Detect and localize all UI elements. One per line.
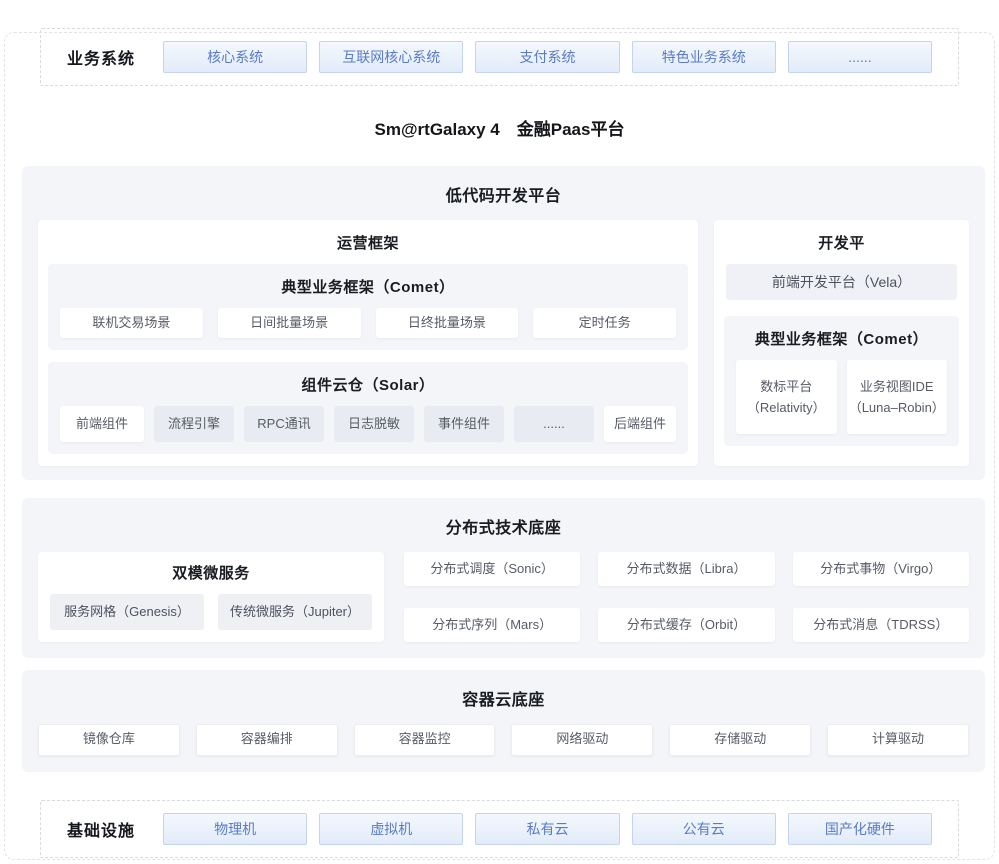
domestic-hardware-button[interactable]: 国产化硬件	[788, 813, 932, 845]
dual-mode-chips-row: 服务网格（Genesis） 传统微服务（Jupiter）	[50, 594, 372, 630]
container-cloud-title: 容器云底座	[38, 686, 969, 710]
comet-business-framework-title: 典型业务框架（Comet）	[60, 276, 676, 297]
relativity-data-platform-chip[interactable]: 数标平台 （Relativity）	[736, 360, 837, 434]
infrastructure-row: 基础设施 物理机 虚拟机 私有云 公有云 国产化硬件	[40, 800, 959, 858]
business-system-button-core[interactable]: 核心系统	[163, 41, 307, 73]
solar-components-row: 前端组件 流程引擎 RPC通讯 日志脱敏 事件组件 ...... 后端组件	[60, 406, 676, 442]
scenario-scheduled-task-button[interactable]: 定时任务	[533, 308, 676, 338]
solar-component-cloud-title: 组件云仓（Solar）	[60, 374, 676, 395]
jupiter-traditional-microservice-chip[interactable]: 传统微服务（Jupiter）	[218, 594, 372, 630]
business-system-button-payment[interactable]: 支付系统	[475, 41, 619, 73]
relativity-chip-line2: （Relativity）	[738, 397, 835, 418]
image-registry-button[interactable]: 镜像仓库	[38, 724, 180, 756]
dev-platform-card: 开发平 前端开发平台（Vela） 典型业务框架（Comet） 数标平台 （Rel…	[714, 220, 969, 466]
libra-data-button[interactable]: 分布式数据（Libra）	[598, 552, 774, 586]
relativity-chip-line1: 数标平台	[738, 376, 835, 397]
log-masking-chip[interactable]: 日志脱敏	[334, 406, 414, 442]
container-orchestration-button[interactable]: 容器编排	[196, 724, 338, 756]
genesis-service-mesh-chip[interactable]: 服务网格（Genesis）	[50, 594, 204, 630]
scenario-eod-batch-button[interactable]: 日终批量场景	[376, 308, 519, 338]
operations-framework-title: 运营框架	[48, 232, 688, 253]
distributed-base-title: 分布式技术底座	[38, 514, 969, 538]
comet-scenarios-row: 联机交易场景 日间批量场景 日终批量场景 定时任务	[60, 308, 676, 338]
distributed-body: 双模微服务 服务网格（Genesis） 传统微服务（Jupiter） 分布式调度…	[38, 552, 969, 642]
process-engine-chip[interactable]: 流程引擎	[154, 406, 234, 442]
business-system-button-more[interactable]: ......	[788, 41, 932, 73]
container-monitoring-button[interactable]: 容器监控	[354, 724, 496, 756]
event-component-chip[interactable]: 事件组件	[424, 406, 504, 442]
distributed-services-grid: 分布式调度（Sonic） 分布式数据（Libra） 分布式事物（Virgo） 分…	[404, 552, 969, 642]
dual-mode-microservice-title: 双模微服务	[50, 562, 372, 583]
operations-framework-card: 运营框架 典型业务框架（Comet） 联机交易场景 日间批量场景 日终批量场景 …	[38, 220, 698, 466]
lowcode-platform-title: 低代码开发平台	[38, 182, 969, 206]
rpc-comm-chip[interactable]: RPC通讯	[244, 406, 324, 442]
luna-robin-business-view-ide-chip[interactable]: 业务视图IDE （Luna–Robin）	[847, 360, 948, 434]
tdrss-message-button[interactable]: 分布式消息（TDRSS）	[793, 608, 969, 642]
virgo-transaction-button[interactable]: 分布式事物（Virgo）	[793, 552, 969, 586]
lowcode-body: 运营框架 典型业务框架（Comet） 联机交易场景 日间批量场景 日终批量场景 …	[38, 220, 969, 466]
frontend-component-chip[interactable]: 前端组件	[60, 406, 144, 442]
dev-platform-title: 开发平	[724, 232, 959, 253]
dev-comet-framework-title: 典型业务框架（Comet）	[736, 328, 947, 349]
backend-component-chip[interactable]: 后端组件	[604, 406, 676, 442]
infrastructure-label: 基础设施	[67, 817, 135, 841]
business-systems-label: 业务系统	[67, 45, 135, 69]
comet-business-framework-card: 典型业务框架（Comet） 联机交易场景 日间批量场景 日终批量场景 定时任务	[48, 264, 688, 350]
business-system-button-internet-core[interactable]: 互联网核心系统	[319, 41, 463, 73]
vela-frontend-dev-platform-chip[interactable]: 前端开发平台（Vela）	[726, 264, 957, 300]
platform-title: Sm@rtGalaxy 4 金融Paas平台	[0, 118, 999, 142]
lowcode-platform-section: 低代码开发平台 运营框架 典型业务框架（Comet） 联机交易场景 日间批量场景…	[22, 166, 985, 480]
mars-sequence-button[interactable]: 分布式序列（Mars）	[404, 608, 580, 642]
physical-machine-button[interactable]: 物理机	[163, 813, 307, 845]
orbit-cache-button[interactable]: 分布式缓存（Orbit）	[598, 608, 774, 642]
distributed-base-section: 分布式技术底座 双模微服务 服务网格（Genesis） 传统微服务（Jupite…	[22, 498, 985, 658]
network-driver-button[interactable]: 网络驱动	[511, 724, 653, 756]
luna-robin-chip-line2: （Luna–Robin）	[849, 397, 946, 418]
business-systems-row: 业务系统 核心系统 互联网核心系统 支付系统 特色业务系统 ......	[40, 28, 959, 86]
virtual-machine-button[interactable]: 虚拟机	[319, 813, 463, 845]
sonic-scheduling-button[interactable]: 分布式调度（Sonic）	[404, 552, 580, 586]
container-cloud-section: 容器云底座 镜像仓库 容器编排 容器监控 网络驱动 存储驱动 计算驱动	[22, 670, 985, 772]
dev-comet-framework-card: 典型业务框架（Comet） 数标平台 （Relativity） 业务视图IDE …	[724, 316, 959, 446]
page: { "page": { "title": "Sm@rtGalaxy 4 金融Pa…	[0, 28, 999, 864]
luna-robin-chip-line1: 业务视图IDE	[849, 376, 946, 397]
compute-driver-button[interactable]: 计算驱动	[827, 724, 969, 756]
public-cloud-button[interactable]: 公有云	[632, 813, 776, 845]
container-cloud-row: 镜像仓库 容器编排 容器监控 网络驱动 存储驱动 计算驱动	[38, 724, 969, 756]
dev-comet-chips-row: 数标平台 （Relativity） 业务视图IDE （Luna–Robin）	[736, 360, 947, 434]
dual-mode-microservice-card: 双模微服务 服务网格（Genesis） 传统微服务（Jupiter）	[38, 552, 384, 642]
storage-driver-button[interactable]: 存储驱动	[669, 724, 811, 756]
scenario-online-trade-button[interactable]: 联机交易场景	[60, 308, 203, 338]
solar-component-cloud-card: 组件云仓（Solar） 前端组件 流程引擎 RPC通讯 日志脱敏 事件组件 ..…	[48, 362, 688, 454]
scenario-intraday-batch-button[interactable]: 日间批量场景	[218, 308, 361, 338]
more-components-chip[interactable]: ......	[514, 406, 594, 442]
private-cloud-button[interactable]: 私有云	[475, 813, 619, 845]
business-system-button-special[interactable]: 特色业务系统	[632, 41, 776, 73]
